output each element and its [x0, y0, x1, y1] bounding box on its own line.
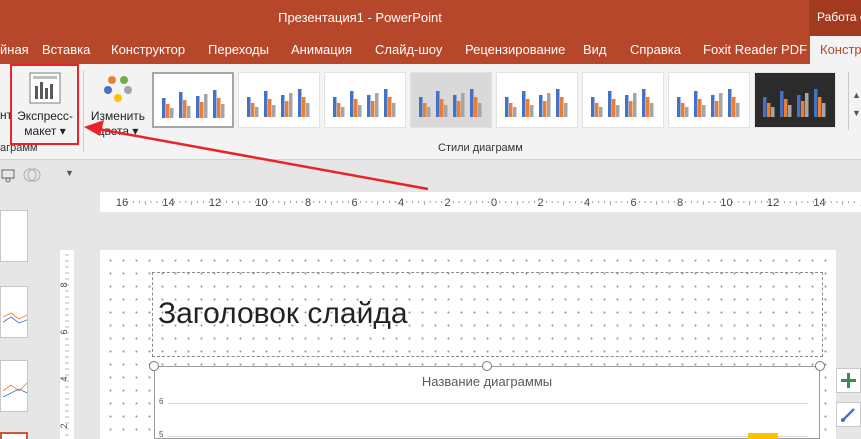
- slide-title[interactable]: Заголовок слайда: [158, 297, 408, 331]
- chart-gridline: [168, 403, 808, 404]
- chart-styles-button[interactable]: [836, 402, 861, 427]
- chart-title[interactable]: Название диаграммы: [154, 374, 820, 389]
- quick-access-toolbar: ▼: [0, 160, 861, 190]
- context-tab-header: Работа с: [809, 0, 861, 36]
- tab-home[interactable]: йная: [0, 36, 29, 64]
- slide-thumbnail[interactable]: [0, 360, 28, 412]
- chart-style-option[interactable]: [754, 72, 836, 128]
- tab-review[interactable]: Рецензирование: [465, 36, 565, 64]
- ruler-label: 4: [584, 197, 590, 209]
- ruler-label: 6: [630, 197, 636, 209]
- ribbon-tabs: йная Вставка Конструктор Переходы Анимац…: [0, 36, 861, 64]
- ribbon: нт Экспресс- макет ▾ Изменить цвета ▾ аг…: [0, 64, 861, 160]
- title-bar: Презентация1 - PowerPoint Работа с: [0, 0, 861, 36]
- scroll-down-icon[interactable]: ▼: [852, 108, 861, 118]
- ruler-label: 10: [720, 197, 732, 209]
- ruler-label: 10: [255, 197, 267, 209]
- brush-icon: [841, 408, 855, 422]
- ruler-label: 12: [767, 197, 779, 209]
- group-label-styles: Стили диаграмм: [438, 142, 523, 154]
- chart-style-option[interactable]: [152, 72, 234, 128]
- ruler-label: 8: [677, 197, 683, 209]
- shapes-icon[interactable]: [22, 166, 42, 184]
- ruler-label: 16: [116, 197, 128, 209]
- chart-bar-partial: [748, 433, 778, 439]
- chart-elements-button[interactable]: [836, 368, 861, 393]
- window-title: Презентация1 - PowerPoint: [278, 10, 442, 25]
- tab-help[interactable]: Справка: [630, 36, 681, 64]
- ruler-label: 12: [209, 197, 221, 209]
- change-colors-label-1: Изменить: [90, 109, 146, 123]
- chart-style-option[interactable]: [668, 72, 750, 128]
- tab-animations[interactable]: Анимация: [291, 36, 352, 64]
- ruler-label: 8: [305, 197, 311, 209]
- plus-icon: [841, 373, 856, 388]
- ruler-label: 4: [398, 197, 404, 209]
- scroll-up-icon[interactable]: ▲: [852, 90, 861, 100]
- tab-design[interactable]: Конструктор: [111, 36, 185, 64]
- gallery-scroll[interactable]: ▲ ▼: [848, 72, 861, 130]
- tab-slideshow[interactable]: Слайд-шоу: [375, 36, 442, 64]
- chart-styles-gallery: [150, 72, 850, 132]
- ruler-ticks: 1614121086420246810121416: [116, 197, 861, 209]
- chart-style-option[interactable]: [324, 72, 406, 128]
- ruler-label: 6: [351, 197, 357, 209]
- chart-style-option[interactable]: [238, 72, 320, 128]
- tab-chart-design[interactable]: Констру: [810, 36, 861, 64]
- svg-text:6: 6: [60, 329, 69, 334]
- customize-qat-icon[interactable]: ▼: [65, 168, 74, 178]
- ruler-label: 2: [537, 197, 543, 209]
- slide-thumbnail-selected[interactable]: [0, 432, 28, 439]
- thumb-lines-icon: [2, 312, 28, 324]
- ruler-label: 0: [491, 197, 497, 209]
- chart-style-option[interactable]: [410, 72, 492, 128]
- color-dots-icon: [104, 76, 132, 102]
- vertical-ruler: 8642: [59, 250, 74, 439]
- ruler-label: 2: [444, 197, 450, 209]
- tab-view[interactable]: Вид: [583, 36, 607, 64]
- chart-style-option[interactable]: [582, 72, 664, 128]
- presenter-icon[interactable]: [0, 167, 16, 183]
- vruler-ticks: 8642: [59, 254, 69, 436]
- change-colors-button[interactable]: Изменить цвета ▾: [86, 66, 150, 144]
- resize-handle[interactable]: [815, 361, 825, 371]
- chart-style-option[interactable]: [496, 72, 578, 128]
- group-label-layouts: аграмм: [0, 142, 38, 154]
- resize-handle[interactable]: [482, 361, 492, 371]
- group-separator: [83, 70, 84, 152]
- tab-transitions[interactable]: Переходы: [208, 36, 269, 64]
- horizontal-ruler: 1614121086420246810121416: [100, 192, 861, 212]
- ruler-label: 14: [162, 197, 174, 209]
- resize-handle[interactable]: [149, 361, 159, 371]
- ruler-label: 14: [813, 197, 825, 209]
- change-colors-label-2: цвета ▾: [97, 124, 139, 138]
- chart-gridline: [168, 436, 808, 437]
- y-tick: 5: [159, 430, 164, 439]
- svg-text:2: 2: [60, 423, 69, 428]
- slide-thumbnail[interactable]: [0, 286, 28, 338]
- y-tick: 6: [159, 397, 164, 406]
- tab-insert[interactable]: Вставка: [42, 36, 90, 64]
- slide-thumbnail[interactable]: [0, 210, 28, 262]
- slide-thumbnail-panel: [0, 190, 30, 439]
- thumb-lines-icon: [2, 382, 28, 398]
- red-highlight-box: [10, 64, 79, 145]
- tab-foxit[interactable]: Foxit Reader PDF: [703, 36, 807, 64]
